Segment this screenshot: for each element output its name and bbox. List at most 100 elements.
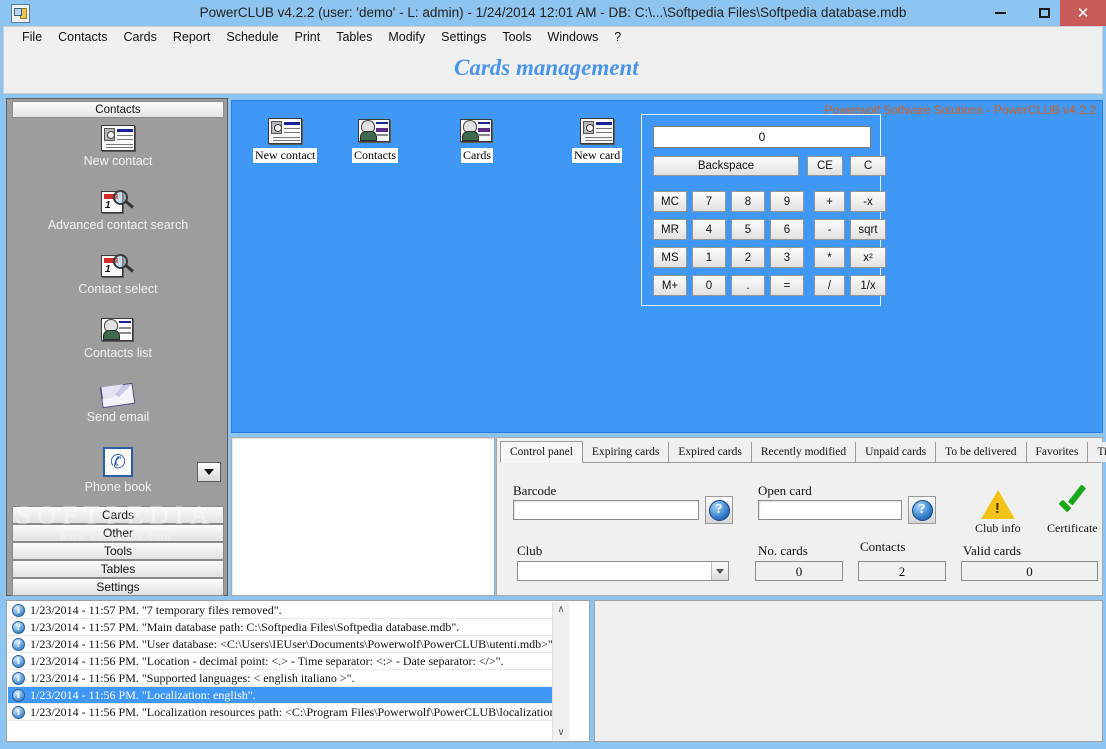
sidebar-button-other[interactable]: Other (12, 524, 224, 542)
calculator-key-x[interactable]: -x (850, 191, 886, 212)
calculator-key-[interactable]: = (770, 275, 804, 296)
desktop-icon-contacts[interactable]: Contacts (352, 118, 398, 163)
warning-triangle-icon (980, 490, 1015, 519)
sidebar-button-cards[interactable]: Cards (12, 506, 224, 524)
minimize-button[interactable] (978, 0, 1022, 26)
sidebar-item-label: Phone book (84, 480, 152, 494)
calculator-key-[interactable]: / (814, 275, 845, 296)
sidebar-button-tools[interactable]: Tools (12, 542, 224, 560)
barcode-input[interactable] (513, 500, 699, 520)
menu-item-contacts[interactable]: Contacts (50, 28, 115, 46)
calculator-key-3[interactable]: 3 (770, 247, 804, 268)
close-icon: ✕ (1076, 3, 1090, 22)
menu-item-settings[interactable]: Settings (433, 28, 494, 46)
calculator-key-mc[interactable]: MC (653, 191, 687, 212)
club-select[interactable] (517, 561, 729, 581)
barcode-help-button[interactable]: ? (705, 496, 733, 524)
calculator-key-[interactable]: - (814, 219, 845, 240)
sidebar-item-send-email[interactable]: Send email (7, 382, 229, 424)
sidebar-item-label: Send email (86, 410, 150, 424)
menu-item-[interactable]: ? (606, 28, 629, 46)
calculator-key-8[interactable]: 8 (731, 191, 765, 212)
desktop-icon-new-contact[interactable]: New contact (253, 118, 318, 163)
calculator-key-ms[interactable]: MS (653, 247, 687, 268)
sidebar-item-contacts-list[interactable]: Contacts list (7, 317, 229, 360)
menu-item-windows[interactable]: Windows (540, 28, 607, 46)
question-info-icon: ? (12, 620, 25, 634)
desktop-icon-new-card[interactable]: New card (572, 118, 623, 163)
log-row[interactable]: i 1/23/2014 - 11:56 PM. "Localization: en… (8, 687, 569, 704)
log-row[interactable]: i 1/23/2014 - 11:56 PM. "Location - decim… (8, 653, 569, 670)
tab-favorites[interactable]: Favorites (1026, 442, 1089, 462)
calculator-key-9[interactable]: 9 (770, 191, 804, 212)
calculator-display[interactable]: 0 (653, 126, 871, 148)
open-card-help-button[interactable]: ? (908, 496, 936, 524)
calculator-key-x[interactable]: x² (850, 247, 886, 268)
preview-panel[interactable] (231, 437, 495, 596)
calculator-key-sqrt[interactable]: sqrt (850, 219, 886, 240)
log-row[interactable]: i 1/23/2014 - 11:57 PM. "7 temporary file… (8, 602, 569, 619)
menu-item-tables[interactable]: Tables (328, 28, 380, 46)
tab-unpaid-cards[interactable]: Unpaid cards (856, 442, 937, 462)
valid-cards-label: Valid cards (963, 543, 1022, 558)
tab-control-panel[interactable]: Control panel (500, 441, 583, 463)
sidebar-item-advanced-contact-search[interactable]: 1 Advanced contact search (7, 189, 229, 232)
menu-item-cards[interactable]: Cards (116, 28, 165, 46)
calculator-key-7[interactable]: 7 (692, 191, 726, 212)
sidebar-item-new-contact[interactable]: New contact (7, 125, 229, 168)
desktop-icon-cards[interactable]: Cards (460, 118, 494, 163)
calculator-backspace-button[interactable]: Backspace (653, 156, 799, 176)
club-dropdown-arrow[interactable] (711, 562, 728, 580)
tab-recently-modified[interactable]: Recently modified (751, 442, 857, 462)
calculator-key-6[interactable]: 6 (770, 219, 804, 240)
calculator-key-m[interactable]: M+ (653, 275, 687, 296)
tab-tip[interactable]: Tip (1088, 442, 1106, 462)
log-scrollbar[interactable]: ∧ ∨ (552, 602, 569, 740)
calculator-c-button[interactable]: C (850, 156, 886, 176)
calculator-key-2[interactable]: 2 (731, 247, 765, 268)
close-button[interactable]: ✕ (1060, 0, 1106, 26)
sidebar-scroll-down-button[interactable] (197, 462, 221, 482)
log-row[interactable]: ? 1/23/2014 - 11:56 PM. "User database: <… (8, 636, 569, 653)
scroll-down-icon[interactable]: ∨ (557, 725, 564, 740)
menu-item-modify[interactable]: Modify (380, 28, 433, 46)
club-info-label: Club info (975, 521, 1021, 535)
calculator-key-[interactable]: . (731, 275, 765, 296)
log-panel: i 1/23/2014 - 11:57 PM. "7 temporary file… (6, 600, 590, 742)
calculator-key-[interactable]: * (814, 247, 845, 268)
calculator-key-1[interactable]: 1 (692, 247, 726, 268)
tab-to-be-delivered[interactable]: To be delivered (936, 442, 1027, 462)
sidebar-item-contact-select[interactable]: 1 Contact select (7, 253, 229, 296)
calculator-ce-button[interactable]: CE (807, 156, 843, 176)
sidebar-button-settings[interactable]: Settings (12, 578, 224, 596)
question-mark-icon: ? (708, 499, 730, 521)
tab-expiring-cards[interactable]: Expiring cards (582, 442, 670, 462)
barcode-label: Barcode (513, 483, 557, 498)
scroll-up-icon[interactable]: ∧ (557, 602, 564, 617)
log-list[interactable]: i 1/23/2014 - 11:57 PM. "7 temporary file… (8, 602, 569, 740)
menu-item-file[interactable]: File (14, 28, 50, 46)
sidebar-item-phone-book[interactable]: ✆ Phone book (7, 447, 229, 494)
log-row[interactable]: i 1/23/2014 - 11:56 PM. "Localization res… (8, 704, 569, 721)
open-card-label: Open card (758, 483, 812, 498)
menu-item-tools[interactable]: Tools (494, 28, 539, 46)
log-row[interactable]: i 1/23/2014 - 11:56 PM. "Supported langua… (8, 670, 569, 687)
club-info-button[interactable]: Club info (975, 490, 1021, 536)
sidebar-button-tables[interactable]: Tables (12, 560, 224, 578)
tab-expired-cards[interactable]: Expired cards (669, 442, 752, 462)
calculator-key-0[interactable]: 0 (692, 275, 726, 296)
contacts-count-value: 2 (858, 561, 946, 581)
calculator-key-[interactable]: + (814, 191, 845, 212)
calculator-key-5[interactable]: 5 (731, 219, 765, 240)
calculator-key-4[interactable]: 4 (692, 219, 726, 240)
certificate-button[interactable]: Certificate (1047, 490, 1098, 536)
tab-strip: Control panel Expiring cards Expired cards… (500, 441, 1106, 463)
menu-item-print[interactable]: Print (287, 28, 329, 46)
menu-item-report[interactable]: Report (165, 28, 219, 46)
envelope-icon (99, 382, 137, 409)
menu-item-schedule[interactable]: Schedule (218, 28, 286, 46)
open-card-input[interactable] (758, 500, 902, 520)
log-row[interactable]: ? 1/23/2014 - 11:57 PM. "Main database pa… (8, 619, 569, 636)
calculator-key-1x[interactable]: 1/x (850, 275, 886, 296)
calculator-key-mr[interactable]: MR (653, 219, 687, 240)
